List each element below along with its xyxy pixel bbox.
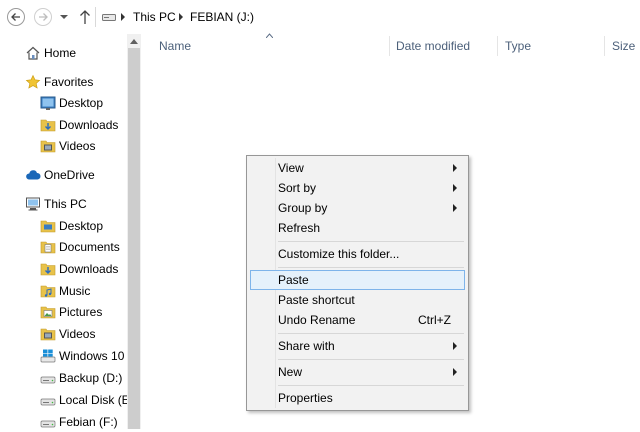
menu-item-undo-rename[interactable]: Undo Rename Ctrl+Z (250, 310, 465, 330)
downloads-folder-icon (40, 263, 56, 276)
star-icon (25, 74, 41, 89)
music-folder-icon (40, 285, 56, 298)
column-header-date-modified[interactable]: Date modified (396, 34, 470, 58)
drive-icon (40, 420, 56, 428)
sort-ascending-arrow-icon (266, 33, 273, 38)
breadcrumb-this-pc[interactable]: This PC (133, 10, 176, 24)
desktop-folder-icon (40, 220, 56, 233)
column-header-name[interactable]: Name (159, 34, 191, 58)
column-divider[interactable] (497, 36, 498, 56)
drive-icon (40, 376, 56, 384)
videos-folder-icon (40, 328, 56, 341)
windows-drive-icon (40, 349, 56, 363)
column-divider[interactable] (389, 36, 390, 56)
documents-folder-icon (40, 241, 56, 254)
menu-item-group-by[interactable]: Group by (250, 198, 465, 218)
address-bar: This PC FEBIAN (J:) (0, 0, 640, 34)
nav-scrollbar-thumb[interactable] (128, 48, 140, 429)
column-header-size[interactable]: Size (612, 34, 635, 58)
drive-icon (102, 14, 116, 21)
column-header-type[interactable]: Type (505, 34, 531, 58)
menu-item-properties[interactable]: Properties (250, 388, 465, 408)
menu-item-paste-shortcut[interactable]: Paste shortcut (250, 290, 465, 310)
nav-scrollbar[interactable] (127, 34, 141, 429)
onedrive-cloud-icon (26, 170, 41, 180)
navigation-pane: Home Favorites Desktop Downloads Videos (0, 34, 142, 429)
downloads-folder-icon (40, 119, 56, 132)
desktop-icon (40, 96, 56, 110)
arrow-right-icon (39, 13, 48, 21)
pictures-folder-icon (40, 306, 56, 319)
submenu-arrow-icon (453, 204, 457, 212)
menu-separator (278, 241, 464, 242)
context-menu: View Sort by Group by Refresh Customize … (246, 155, 469, 411)
submenu-arrow-icon (453, 184, 457, 192)
menu-item-sort-by[interactable]: Sort by (250, 178, 465, 198)
address-divider (95, 7, 96, 27)
back-button[interactable] (7, 8, 25, 26)
undo-shortcut-label: Ctrl+Z (418, 313, 451, 327)
breadcrumb-chevron-icon[interactable] (120, 13, 126, 21)
arrow-left-icon (11, 13, 20, 21)
menu-item-share-with[interactable]: Share with (250, 336, 465, 356)
home-icon (26, 46, 40, 60)
menu-separator (278, 359, 464, 360)
menu-separator (278, 385, 464, 386)
submenu-arrow-icon (453, 368, 457, 376)
menu-item-view[interactable]: View (250, 158, 465, 178)
recent-locations-chevron-down-icon[interactable] (60, 13, 68, 21)
menu-separator (278, 267, 464, 268)
scroll-up-arrow-icon[interactable] (130, 38, 138, 44)
menu-item-refresh[interactable]: Refresh (250, 218, 465, 238)
menu-item-new[interactable]: New (250, 362, 465, 382)
submenu-arrow-icon (453, 164, 457, 172)
breadcrumb-chevron-icon[interactable] (178, 13, 184, 21)
up-arrow-icon[interactable] (79, 9, 91, 25)
breadcrumb-febian-drive[interactable]: FEBIAN (J:) (190, 10, 254, 24)
menu-item-paste[interactable]: Paste (250, 270, 465, 290)
computer-icon (26, 197, 40, 211)
submenu-arrow-icon (453, 342, 457, 350)
menu-item-customize-folder[interactable]: Customize this folder... (250, 244, 465, 264)
address-field[interactable]: This PC FEBIAN (J:) (98, 6, 636, 28)
menu-separator (278, 333, 464, 334)
forward-button[interactable] (34, 8, 52, 26)
column-divider[interactable] (604, 36, 605, 56)
drive-icon (40, 398, 56, 406)
videos-folder-icon (40, 140, 56, 153)
